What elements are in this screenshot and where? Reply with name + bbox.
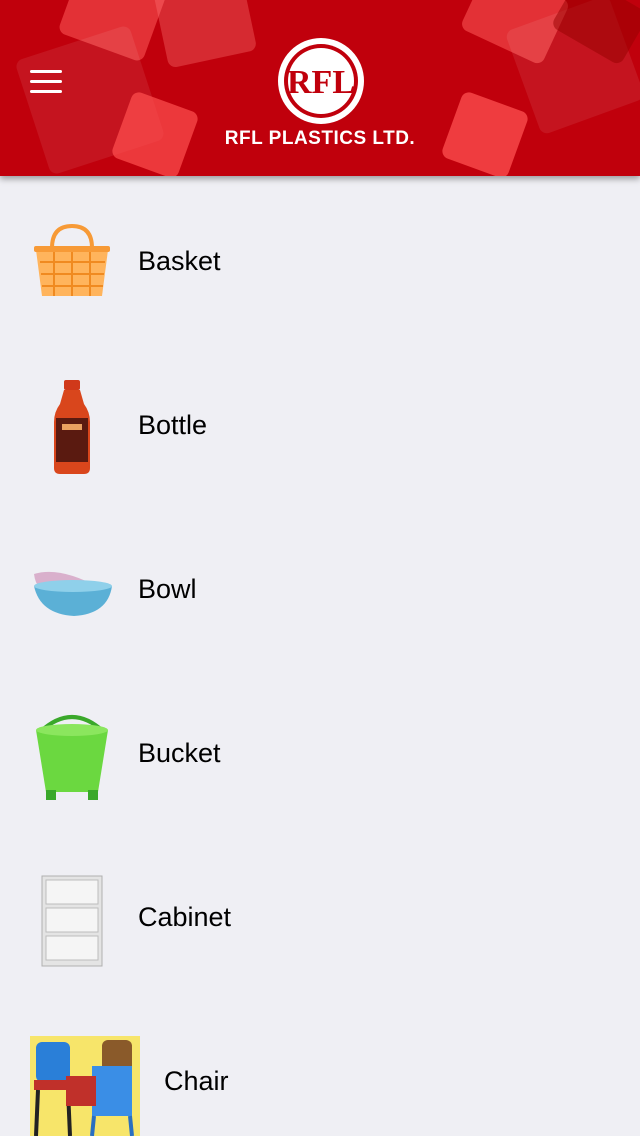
brand-name: RFL PLASTICS LTD. [224,128,416,149]
category-label: Cabinet [138,902,232,932]
category-label: Bowl [138,574,197,604]
category-list: Basket Bottle Bowl Bucket Cabinet Chair [0,180,640,1136]
rfl-emblem-icon: RFL [278,38,364,124]
category-label: Basket [138,246,221,276]
list-item-bottle[interactable]: Bottle [0,344,640,508]
list-item-chair[interactable]: Chair [0,1000,640,1136]
list-item-basket[interactable]: Basket [0,180,640,344]
hamburger-menu-icon-bar [30,90,62,93]
bowl-image [30,548,114,632]
category-label: Chair [164,1066,229,1096]
category-label: Bottle [138,410,208,440]
bottle-image [30,378,114,478]
brand-logo: RFL RFL PLASTICS LTD. [200,36,440,160]
decor-square [440,90,530,176]
list-item-bowl[interactable]: Bowl [0,508,640,672]
bucket-image [30,706,114,806]
cabinet-image [30,870,114,970]
basket-image [30,220,114,304]
list-item-cabinet[interactable]: Cabinet [0,836,640,1000]
list-item-bucket[interactable]: Bucket [0,672,640,836]
category-label: Bucket [138,738,221,768]
hamburger-menu-icon-bar [30,70,62,73]
chair-image [30,1036,140,1136]
hamburger-menu-icon-bar [30,80,62,83]
menu-button[interactable] [30,70,66,98]
app-header: RFL RFL PLASTICS LTD. [0,0,640,176]
svg-text:RFL: RFL [287,64,355,101]
